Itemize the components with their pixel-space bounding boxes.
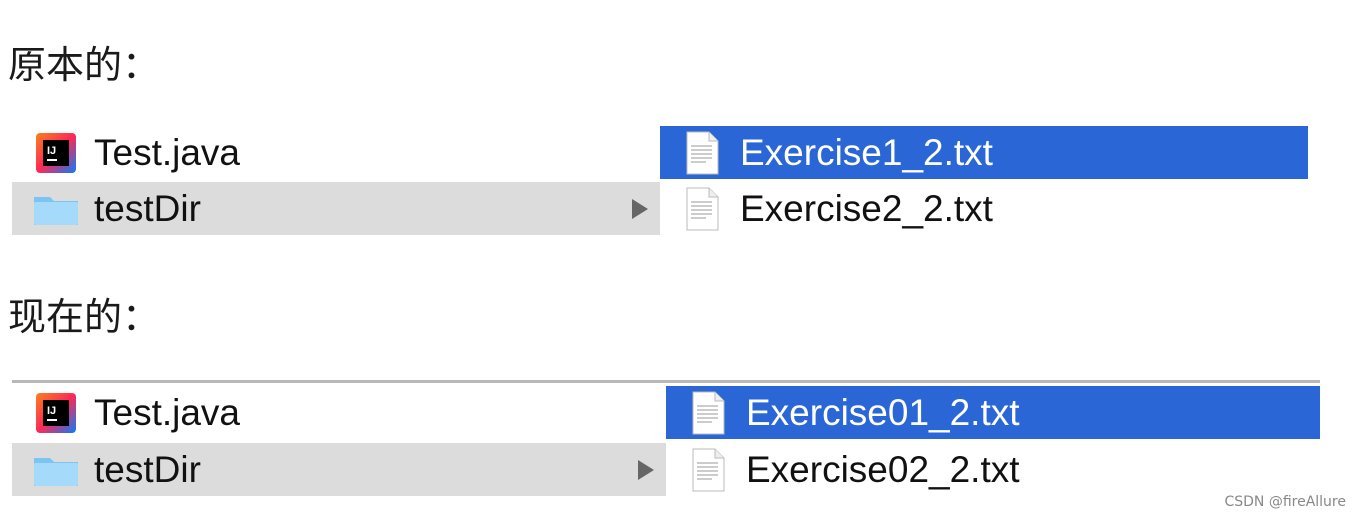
folder-icon [30,187,82,231]
list-item-label: Exercise01_2.txt [746,391,1020,433]
list-item-label: Exercise02_2.txt [746,448,1020,490]
list-item-label: Exercise2_2.txt [740,187,993,229]
list-item-label: testDir [94,187,201,229]
list-item-exercise2[interactable]: Exercise2_2.txt [660,182,1308,235]
file-browser-current: IJ Test.java testDir Exercise01_2.txt Ex… [12,386,1320,496]
section-heading-original: 原本的： [8,43,161,87]
list-item-test-java[interactable]: IJ Test.java [12,126,660,179]
svg-text:IJ: IJ [47,405,56,417]
list-item-exercise01[interactable]: Exercise01_2.txt [666,386,1320,439]
section-heading-current: 现在的： [8,295,161,339]
list-item-label: testDir [94,448,201,490]
list-item-testdir[interactable]: testDir [12,443,666,496]
list-item-label: Test.java [94,391,241,433]
intellij-java-file-icon: IJ [30,131,82,175]
list-item-testdir[interactable]: testDir [12,182,660,235]
list-item-test-java[interactable]: IJ Test.java [12,386,666,439]
watermark-credit: CSDN @fireAllure [1224,494,1346,510]
text-file-icon [682,448,734,492]
file-browser-original: IJ Test.java testDir Exercise1_2.txt Exe… [12,126,1310,236]
svg-text:IJ: IJ [47,145,56,157]
text-file-icon [676,131,728,175]
list-item-label: Test.java [94,131,241,173]
text-file-icon [676,187,728,231]
right-column: Exercise1_2.txt Exercise2_2.txt [660,126,1308,236]
intellij-java-file-icon: IJ [30,391,82,435]
left-column: IJ Test.java testDir [12,386,666,496]
chevron-right-icon [638,459,654,480]
list-item-exercise02[interactable]: Exercise02_2.txt [666,443,1320,496]
chevron-right-icon [632,198,648,219]
right-column: Exercise01_2.txt Exercise02_2.txt [666,386,1320,496]
folder-icon [30,448,82,492]
text-file-icon [682,391,734,435]
list-item-label: Exercise1_2.txt [740,131,993,173]
list-item-exercise1[interactable]: Exercise1_2.txt [660,126,1308,179]
left-column: IJ Test.java testDir [12,126,660,236]
divider [12,380,1320,383]
